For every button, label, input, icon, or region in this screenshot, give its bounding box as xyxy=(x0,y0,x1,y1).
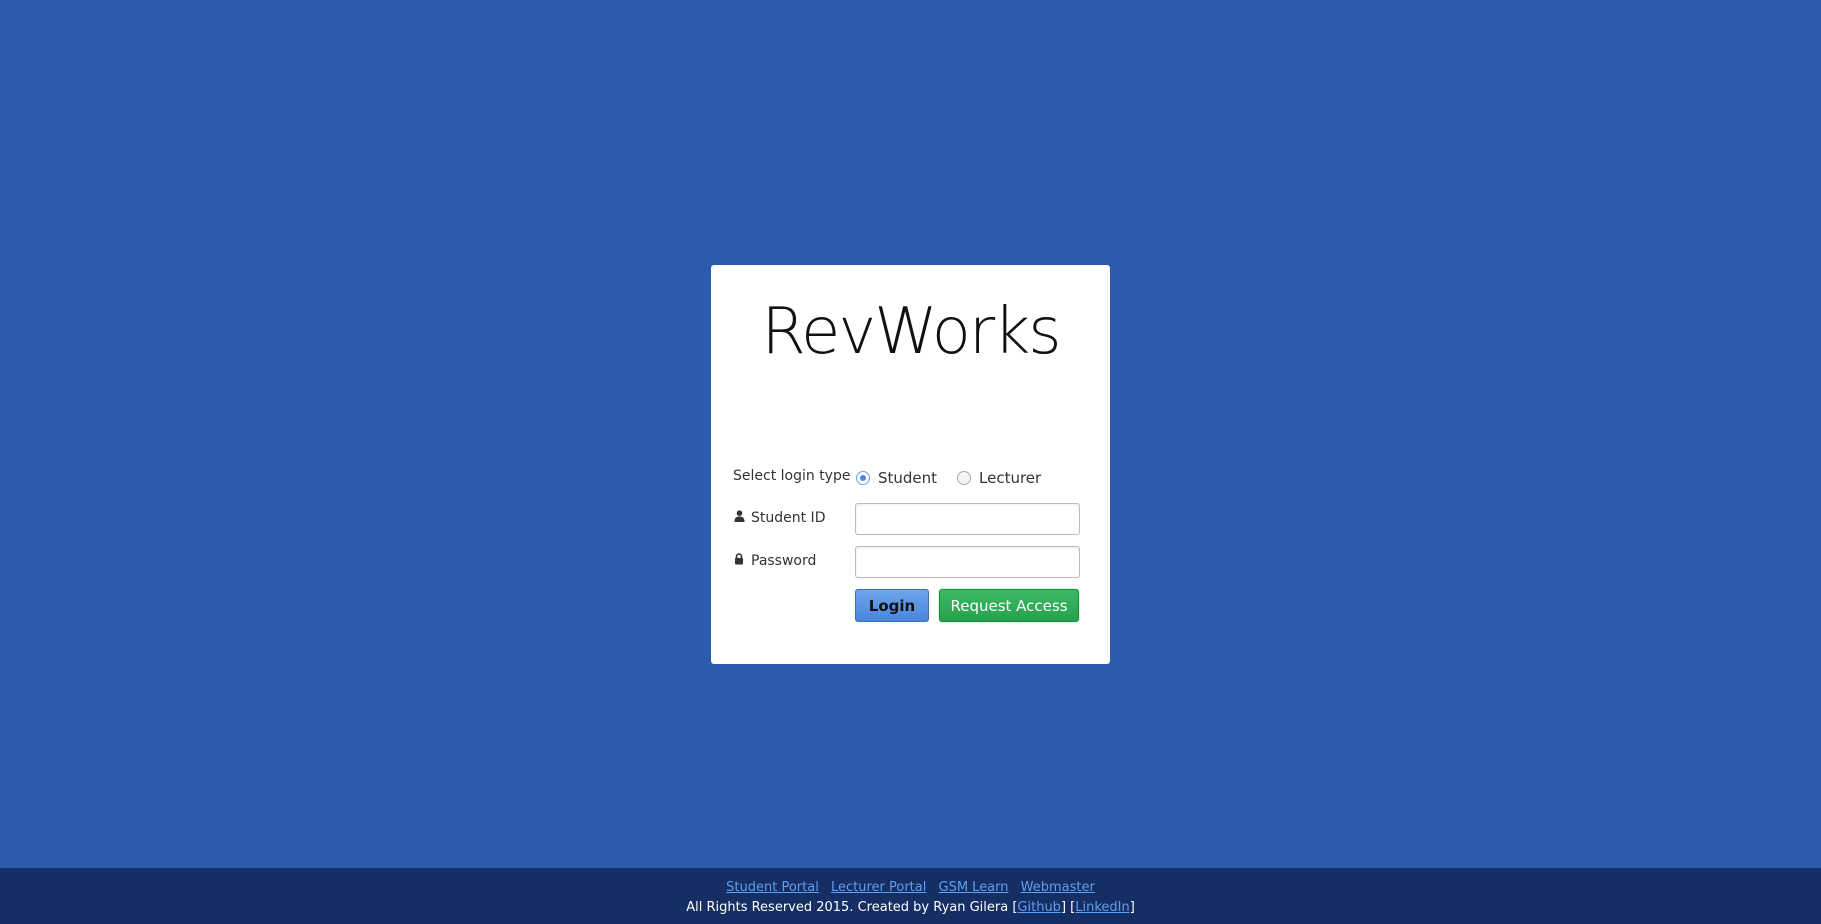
radio-student[interactable]: Student xyxy=(856,469,937,487)
login-type-label: Select login type xyxy=(733,468,851,484)
footer-credit: All Rights Reserved 2015. Created by Rya… xyxy=(0,900,1821,915)
footer-link-gsm-learn[interactable]: GSM Learn xyxy=(939,880,1009,895)
password-input[interactable] xyxy=(855,546,1080,578)
radio-lecturer-indicator[interactable] xyxy=(957,471,971,485)
footer-link-student-portal[interactable]: Student Portal xyxy=(726,880,819,895)
password-label-text: Password xyxy=(751,553,817,569)
credit-prefix: All Rights Reserved 2015. Created by Rya… xyxy=(686,900,1018,915)
credit-suffix: ] xyxy=(1129,900,1135,915)
request-access-button[interactable]: Request Access xyxy=(939,589,1079,622)
student-id-label-text: Student ID xyxy=(751,510,826,526)
app-logo: RevWorks xyxy=(761,295,1061,369)
login-button[interactable]: Login xyxy=(855,589,929,622)
user-icon xyxy=(733,510,745,525)
github-link[interactable]: Github xyxy=(1017,900,1061,915)
student-id-input[interactable] xyxy=(855,503,1080,535)
linkedin-link[interactable]: LinkedIn xyxy=(1075,900,1129,915)
radio-student-indicator[interactable] xyxy=(856,471,870,485)
radio-lecturer-label: Lecturer xyxy=(979,469,1042,487)
page: RevWorks Select login type Student Lectu… xyxy=(0,0,1821,924)
footer: Student Portal Lecturer Portal GSM Learn… xyxy=(0,868,1821,924)
credit-mid: ] [ xyxy=(1060,900,1076,915)
lock-icon xyxy=(733,553,745,568)
footer-links: Student Portal Lecturer Portal GSM Learn… xyxy=(0,880,1821,895)
radio-lecturer[interactable]: Lecturer xyxy=(957,469,1041,487)
student-id-label: Student ID xyxy=(733,510,825,526)
login-card: RevWorks Select login type Student Lectu… xyxy=(711,265,1110,664)
password-label: Password xyxy=(733,553,816,569)
footer-link-lecturer-portal[interactable]: Lecturer Portal xyxy=(831,880,926,895)
footer-link-webmaster[interactable]: Webmaster xyxy=(1021,880,1095,895)
radio-student-label: Student xyxy=(878,469,938,487)
